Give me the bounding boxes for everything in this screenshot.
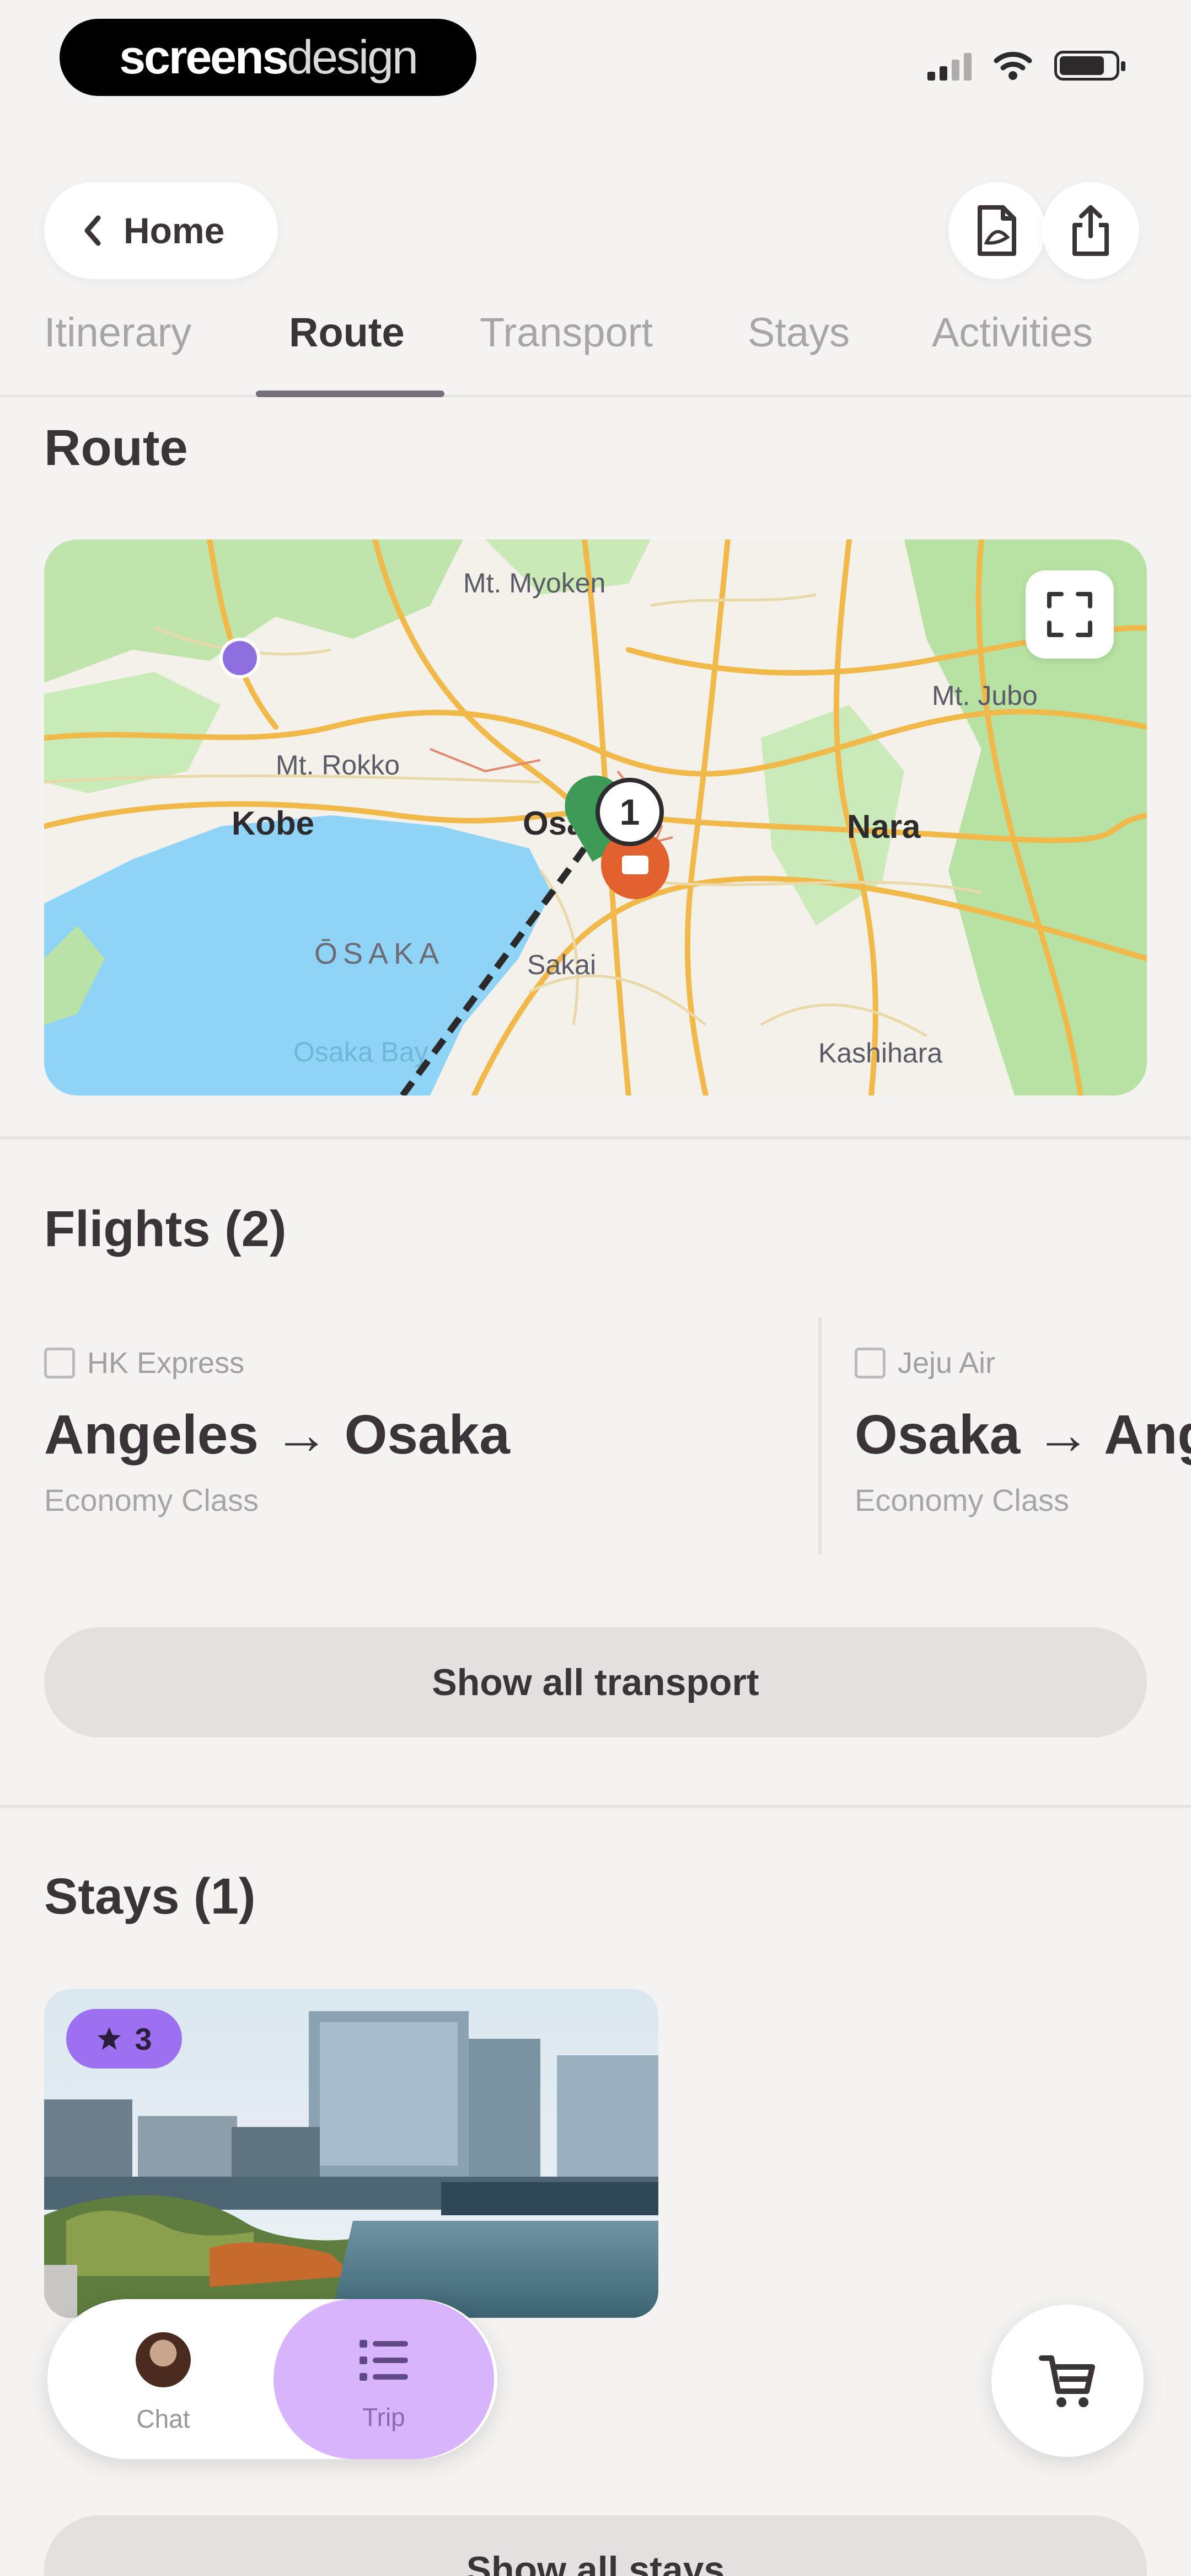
map-label-sakai: Sakai: [527, 949, 597, 980]
stay-rating-badge: 3: [66, 2009, 182, 2069]
tab-transport[interactable]: Transport: [480, 309, 653, 356]
flight-class: Economy Class: [855, 1483, 1070, 1517]
tab-bar: Itinerary Route Transport Stays Activiti…: [0, 298, 1191, 397]
section-divider: [0, 1136, 1191, 1140]
route-map[interactable]: Kobe Osaka Nara ŌSAKA Sakai Mt. Rokko Mt…: [44, 539, 1147, 1095]
map-label-nara: Nara: [847, 808, 921, 845]
airline-name: Jeju Air: [898, 1346, 996, 1380]
map-marker-purple[interactable]: [219, 638, 260, 678]
nav-chat-label: Chat: [136, 2404, 190, 2433]
share-button[interactable]: [1042, 182, 1139, 279]
avatar: [133, 2330, 193, 2390]
map-label-osaka-sea: ŌSAKA: [314, 937, 445, 970]
expand-icon: [1047, 592, 1092, 637]
tab-itinerary[interactable]: Itinerary: [44, 309, 191, 356]
nav-trip-label: Trip: [362, 2403, 405, 2431]
show-all-stays-button[interactable]: Show all stays: [44, 2515, 1147, 2576]
brand-logo-bold: screens: [119, 30, 288, 84]
brand-logo: screens design: [60, 19, 476, 96]
document-pdf-icon: [978, 205, 1016, 256]
list-icon: [360, 2340, 408, 2381]
airline-logo-icon: [855, 1348, 886, 1378]
airline-name: HK Express: [87, 1346, 245, 1380]
tab-stays[interactable]: Stays: [748, 309, 850, 356]
status-bar: screens design: [0, 0, 1191, 127]
map-marker-stop-1[interactable]: 1: [596, 778, 664, 846]
map-marker-stop-number: 1: [619, 792, 640, 832]
pdf-export-button[interactable]: [948, 182, 1045, 279]
brand-logo-light: design: [287, 30, 418, 84]
route-section-title: Route: [44, 420, 188, 476]
map-label-mt-rokko: Mt. Rokko: [276, 750, 400, 781]
flight-divider: [818, 1317, 822, 1554]
flight-card-2[interactable]: Jeju Air Osaka → Angeles Economy Class: [855, 1346, 1191, 1518]
nav-trip[interactable]: Trip: [273, 2299, 494, 2459]
flight-card-1[interactable]: HK Express Angeles → Osaka Economy Class: [44, 1346, 510, 1518]
flights-section-title: Flights (2): [44, 1201, 287, 1257]
active-tab-indicator: [256, 391, 444, 397]
show-all-transport-button[interactable]: Show all transport: [44, 1627, 1147, 1738]
stay-rating-value: 3: [135, 2021, 152, 2056]
cart-icon: [1039, 2355, 1095, 2407]
back-home-label: Home: [124, 210, 225, 251]
tab-route[interactable]: Route: [289, 309, 405, 356]
cellular-signal-icon: [927, 52, 972, 81]
flight-route: Osaka → Angeles: [855, 1404, 1191, 1466]
status-icons: [927, 51, 1125, 81]
cart-button[interactable]: [991, 2305, 1144, 2457]
map-label-mt-jubo: Mt. Jubo: [932, 680, 1038, 711]
flight-airline: Jeju Air: [855, 1346, 1191, 1380]
battery-icon: [1054, 51, 1125, 81]
map-label-osaka-bay: Osaka Bay: [293, 1036, 428, 1067]
stay-card[interactable]: 3: [44, 1989, 658, 2318]
map-label-kobe: Kobe: [232, 805, 314, 842]
section-divider: [0, 1805, 1191, 1808]
tab-activities[interactable]: Activities: [932, 309, 1093, 356]
share-icon: [1072, 205, 1109, 256]
nav-chat[interactable]: Chat: [114, 2330, 213, 2434]
star-icon: [98, 2027, 121, 2050]
map-label-kashihara: Kashihara: [818, 1038, 943, 1068]
airline-logo-icon: [44, 1348, 75, 1378]
flight-route: Angeles → Osaka: [44, 1404, 510, 1466]
flight-class: Economy Class: [44, 1483, 259, 1517]
chevron-left-icon: [84, 215, 101, 246]
map-fullscreen-button[interactable]: [1026, 570, 1114, 659]
wifi-icon: [994, 52, 1032, 80]
back-home-button[interactable]: Home: [44, 182, 278, 279]
map-label-mt-myoken: Mt. Myoken: [463, 568, 606, 598]
flight-airline: HK Express: [44, 1346, 510, 1380]
stays-section-title: Stays (1): [44, 1868, 256, 1925]
bottom-nav: Chat Trip: [47, 2299, 497, 2459]
